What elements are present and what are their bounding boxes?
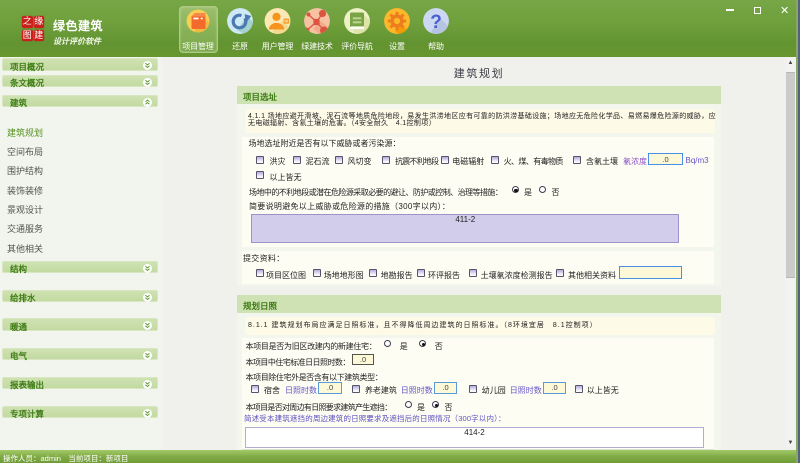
- svg-text:?: ?: [430, 12, 442, 33]
